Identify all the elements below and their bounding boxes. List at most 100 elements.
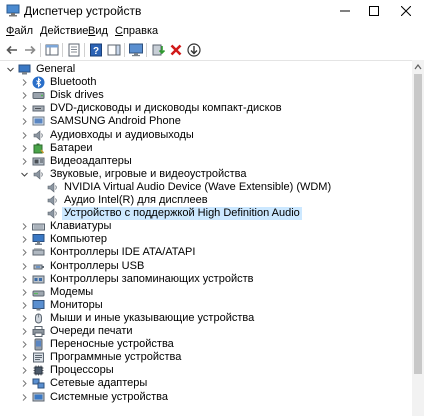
expand-chevron-right-icon[interactable]	[20, 262, 29, 271]
device-item[interactable]: Аудио Intel(R) для дисплеев	[0, 194, 410, 207]
category-item[interactable]: Контроллеры IDE ATA/ATAPI	[0, 246, 410, 259]
tree-item-label: Батареи	[50, 141, 93, 154]
category-item[interactable]: Мыши и иные указывающие устройства	[0, 312, 410, 325]
expand-chevron-right-icon[interactable]	[20, 222, 29, 231]
speaker-icon	[46, 194, 59, 207]
action-pane-button[interactable]	[106, 42, 122, 58]
expand-chevron-right-icon[interactable]	[20, 235, 29, 244]
console-tree-button[interactable]	[44, 42, 60, 58]
tree-item-label: Bluetooth	[50, 76, 97, 89]
category-item[interactable]: Очереди печати	[0, 325, 410, 338]
computer-icon	[32, 233, 45, 246]
category-item[interactable]: Модемы	[0, 286, 410, 299]
expand-chevron-right-icon[interactable]	[20, 353, 29, 362]
category-item[interactable]: Процессоры	[0, 364, 410, 377]
toolbar-separator	[84, 43, 85, 57]
category-item[interactable]: Звуковые, игровые и видеоустройства	[0, 168, 410, 181]
console-tree-icon	[45, 44, 59, 56]
category-item[interactable]: Системные устройства	[0, 391, 410, 404]
expand-chevron-right-icon[interactable]	[20, 104, 29, 113]
expand-chevron-right-icon[interactable]	[20, 131, 29, 140]
category-item[interactable]: Мониторы	[0, 299, 410, 312]
device-item[interactable]: Устройство с поддержкой High Definition …	[0, 207, 410, 221]
expand-chevron-right-icon[interactable]	[20, 314, 29, 323]
expand-chevron-right-icon[interactable]	[20, 275, 29, 284]
forward-arrow-button[interactable]	[22, 42, 38, 58]
maximize-button[interactable]	[359, 0, 389, 22]
monitor-icon	[32, 299, 45, 312]
portable-device-icon	[32, 338, 45, 351]
uninstall-button[interactable]	[168, 42, 184, 58]
expand-chevron-down-icon[interactable]	[20, 170, 29, 179]
expand-chevron-right-icon[interactable]	[20, 248, 29, 257]
device-item[interactable]: NVIDIA Virtual Audio Device (Wave Extens…	[0, 181, 410, 194]
speaker-icon	[46, 207, 59, 220]
bluetooth-icon	[32, 76, 45, 89]
action-pane-icon	[107, 44, 121, 56]
help-icon: ?	[90, 43, 102, 57]
category-item[interactable]: Сетевые адаптеры	[0, 377, 410, 390]
toolbar-separator	[40, 43, 41, 57]
category-item[interactable]: Клавиатуры	[0, 220, 410, 233]
expand-chevron-right-icon[interactable]	[20, 301, 29, 310]
tree-item-label: Клавиатуры	[50, 220, 112, 233]
phone-icon	[32, 115, 45, 128]
menu-item-1[interactable]: Действие	[40, 24, 88, 38]
category-item[interactable]: DVD-дисководы и дисководы компакт-дисков	[0, 102, 410, 115]
close-button[interactable]	[391, 0, 421, 22]
maximize-icon	[369, 6, 379, 16]
back-arrow-button[interactable]	[4, 42, 20, 58]
scan-hardware-button[interactable]	[186, 42, 202, 58]
help-button[interactable]: ?	[88, 42, 104, 58]
expand-chevron-right-icon[interactable]	[20, 340, 29, 349]
expand-chevron-right-icon[interactable]	[20, 91, 29, 100]
tree-item-label: Переносные устройства	[50, 338, 174, 351]
device-tree[interactable]: General Bluetooth Disk drives DVD-дисководы…	[0, 60, 424, 417]
category-item[interactable]: Аудиовходы и аудиовыходы	[0, 129, 410, 142]
expand-chevron-right-icon[interactable]	[20, 157, 29, 166]
expand-chevron-right-icon[interactable]	[20, 366, 29, 375]
expand-chevron-right-icon[interactable]	[20, 117, 29, 126]
disk-drive-icon	[32, 89, 45, 102]
minimize-icon	[340, 10, 350, 12]
vertical-scrollbar[interactable]	[412, 60, 424, 416]
tree-root[interactable]: General	[0, 63, 410, 76]
update-driver-button[interactable]	[150, 42, 166, 58]
expand-chevron-right-icon[interactable]	[20, 379, 29, 388]
minimize-button[interactable]	[330, 0, 360, 22]
menu-item-3[interactable]: Справка	[115, 24, 158, 38]
category-item[interactable]: Контроллеры USB	[0, 260, 410, 273]
expand-chevron-right-icon[interactable]	[20, 78, 29, 87]
expand-chevron-right-icon[interactable]	[20, 288, 29, 297]
category-item[interactable]: SAMSUNG Android Phone	[0, 115, 410, 128]
category-item[interactable]: Bluetooth	[0, 76, 410, 89]
category-item[interactable]: Компьютер	[0, 233, 410, 246]
forward-arrow-icon	[25, 45, 36, 55]
speaker-icon	[32, 168, 45, 181]
category-item[interactable]: Батареи	[0, 142, 410, 155]
scrollbar-thumb[interactable]	[414, 74, 422, 374]
category-item[interactable]: Контроллеры запоминающих устройств	[0, 273, 410, 286]
display-adapter-icon	[32, 155, 45, 168]
mouse-icon	[32, 312, 45, 325]
expand-chevron-right-icon[interactable]	[20, 327, 29, 336]
tree-item-label: Компьютер	[50, 233, 107, 246]
category-item[interactable]: Программные устройства	[0, 351, 410, 364]
category-item[interactable]: Видеоадаптеры	[0, 155, 410, 168]
tree-item-label: DVD-дисководы и дисководы компакт-дисков	[50, 102, 282, 115]
expand-chevron-right-icon[interactable]	[20, 144, 29, 153]
category-item[interactable]: Переносные устройства	[0, 338, 410, 351]
scroll-up-icon[interactable]	[414, 63, 422, 71]
menu-item-2[interactable]: Вид	[88, 24, 108, 38]
tree-item-label: Звуковые, игровые и видеоустройства	[50, 167, 247, 180]
properties-icon	[68, 43, 80, 57]
system-device-icon	[32, 391, 45, 404]
expand-chevron-right-icon[interactable]	[20, 393, 29, 402]
menu-item-0[interactable]: Файл	[6, 24, 33, 38]
expand-chevron-down-icon[interactable]	[6, 65, 15, 74]
tree-item-label: Мониторы	[50, 298, 103, 311]
tree-item-label: SAMSUNG Android Phone	[50, 115, 181, 128]
monitor-button[interactable]	[128, 42, 144, 58]
properties-button[interactable]	[66, 42, 82, 58]
category-item[interactable]: Disk drives	[0, 89, 410, 102]
